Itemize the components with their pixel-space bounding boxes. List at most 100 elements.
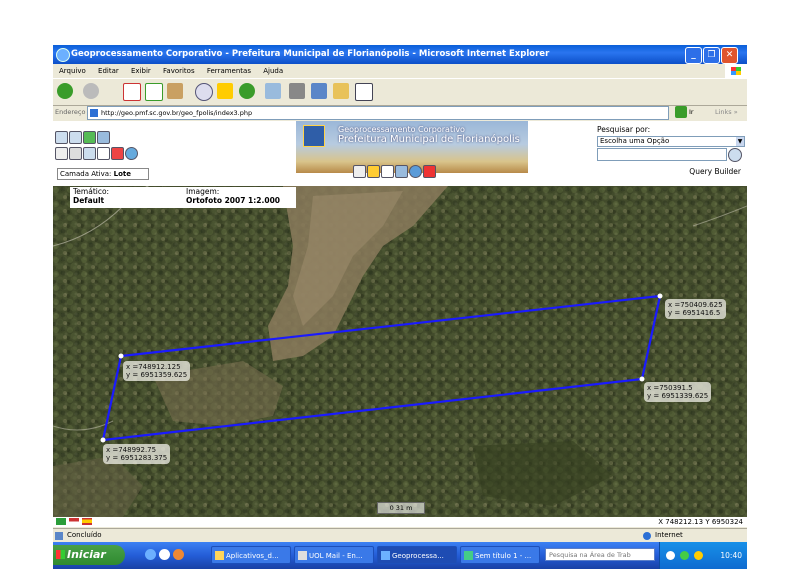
aerial-photo — [53, 186, 747, 517]
task-geoprocessamento[interactable]: Geoprocessa... — [377, 546, 457, 564]
refresh-icon[interactable] — [145, 83, 163, 101]
status-bar: Concluído Internet — [53, 528, 747, 542]
start-label: Iniciar — [67, 548, 106, 561]
task-label: UOL Mail - En... — [309, 552, 363, 560]
measure-icon[interactable] — [55, 147, 68, 160]
exit-icon[interactable] — [423, 165, 436, 178]
vertex-label: x =748912.125 y = 6951359.625 — [123, 361, 191, 381]
history-icon[interactable] — [239, 83, 255, 99]
security-zone: Internet — [655, 531, 683, 539]
menu-ajuda[interactable]: Ajuda — [263, 67, 283, 75]
favorites-icon[interactable] — [217, 83, 233, 99]
vertex-marker — [639, 376, 645, 382]
search-type-select[interactable]: Escolha uma Opção ▼ — [597, 136, 745, 147]
address-url: http://geo.pmf.sc.gov.br/geo_fpolis/inde… — [101, 109, 253, 117]
menu-ferramentas[interactable]: Ferramentas — [207, 67, 251, 75]
task-label: Aplicativos_d... — [226, 552, 279, 560]
active-layer-label: Camada Ativa: — [60, 170, 112, 178]
vertex-label: x =750391.5 y = 6951339.625 — [644, 382, 712, 402]
scale-bar: 0 31 m — [377, 502, 425, 514]
query-builder-link[interactable]: Query Builder — [689, 167, 741, 176]
minimize-button[interactable]: _ — [685, 47, 702, 64]
tray-network-icon[interactable] — [666, 551, 675, 560]
task-uol-mail[interactable]: UOL Mail - En... — [294, 546, 374, 564]
help-icon[interactable] — [409, 165, 422, 178]
media-icon[interactable] — [355, 83, 373, 101]
chevron-down-icon: ▼ — [736, 137, 744, 146]
vertex-label: x =748992.75 y = 6951283.375 — [103, 444, 171, 464]
browser-icon — [298, 551, 307, 560]
print-icon[interactable] — [289, 83, 305, 99]
info-icon[interactable] — [125, 147, 138, 160]
stop-icon[interactable] — [123, 83, 141, 101]
search-icon[interactable] — [195, 83, 213, 101]
search-panel: Pesquisar por: Escolha uma Opção ▼ Query … — [595, 125, 745, 181]
area-icon[interactable] — [69, 147, 82, 160]
windows-flag-icon — [56, 550, 65, 559]
folder-icon — [215, 551, 224, 560]
draw-icon[interactable] — [381, 165, 394, 178]
go-label[interactable]: Ir — [689, 105, 694, 120]
home-icon[interactable] — [167, 83, 183, 99]
messenger-icon[interactable] — [333, 83, 349, 99]
maximize-button[interactable]: ❐ — [703, 47, 720, 64]
clear-icon[interactable] — [111, 147, 124, 160]
full-extent-icon[interactable] — [97, 131, 110, 144]
flag-brazil-icon[interactable] — [56, 518, 66, 525]
map-footer: X 748212.13 Y 6950324 — [53, 517, 747, 527]
links-label[interactable]: Links » — [715, 105, 738, 120]
menu-exibir[interactable]: Exibir — [131, 67, 151, 75]
system-tray: 10:40 — [659, 542, 747, 569]
menu-editar[interactable]: Editar — [98, 67, 119, 75]
zoom-in-icon[interactable] — [55, 131, 68, 144]
window-title: Geoprocessamento Corporativo - Prefeitur… — [71, 49, 550, 59]
title-bar: Geoprocessamento Corporativo - Prefeitur… — [53, 45, 747, 64]
tematico-value: Default — [73, 195, 105, 205]
desktop-quicklaunch-icon[interactable] — [159, 549, 170, 560]
export-icon[interactable] — [395, 165, 408, 178]
vertex-marker — [118, 353, 124, 359]
tray-messenger-icon[interactable] — [680, 551, 689, 560]
ie-toolbar — [53, 78, 747, 106]
page-done-icon — [55, 532, 63, 540]
flag-spain-icon[interactable] — [82, 518, 92, 525]
mail-icon[interactable] — [265, 83, 281, 99]
search-input[interactable] — [597, 148, 727, 161]
menu-favoritos[interactable]: Favoritos — [163, 67, 195, 75]
vertex-marker — [657, 293, 663, 299]
task-label: Geoprocessa... — [392, 552, 444, 560]
print-map-icon[interactable] — [353, 165, 366, 178]
search-label: Pesquisar por: — [597, 125, 651, 134]
search-button-icon[interactable] — [728, 148, 742, 162]
active-layer: Camada Ativa: Lote — [57, 168, 149, 180]
ie-quicklaunch-icon[interactable] — [145, 549, 156, 560]
zoom-out-icon[interactable] — [69, 131, 82, 144]
desktop-search-input[interactable]: Pesquisa na Área de Trab — [545, 548, 655, 561]
active-layer-value: Lote — [113, 170, 131, 178]
go-icon[interactable] — [675, 106, 687, 118]
tematico-box: Temático: Default — [70, 187, 183, 208]
identify-icon[interactable] — [83, 147, 96, 160]
pan-icon[interactable] — [83, 131, 96, 144]
ie-icon — [56, 48, 70, 62]
ie-window: Geoprocessamento Corporativo - Prefeitur… — [53, 45, 747, 569]
search-type-value: Escolha uma Opção — [600, 137, 670, 145]
select-icon[interactable] — [97, 147, 110, 160]
back-icon[interactable] — [57, 83, 73, 99]
task-sem-titulo[interactable]: Sem título 1 - ... — [460, 546, 540, 564]
app-title-line2: Prefeitura Municipal de Florianópolis — [338, 134, 520, 145]
close-button[interactable]: ✕ — [721, 47, 738, 64]
address-field[interactable]: http://geo.pmf.sc.gov.br/geo_fpolis/inde… — [87, 106, 669, 120]
firefox-quicklaunch-icon[interactable] — [173, 549, 184, 560]
forward-icon[interactable] — [83, 83, 99, 99]
address-label: Endereço — [55, 108, 86, 116]
menu-arquivo[interactable]: Arquivo — [59, 67, 86, 75]
map-view[interactable]: x =748912.125 y = 6951359.625 x =750409.… — [53, 186, 747, 517]
edit-icon[interactable] — [311, 83, 327, 99]
bookmark-icon[interactable] — [367, 165, 380, 178]
tray-volume-icon[interactable] — [694, 551, 703, 560]
vertex-label: x =750409.625 y = 6951416.5 — [665, 299, 726, 319]
task-aplicativos[interactable]: Aplicativos_d... — [211, 546, 291, 564]
flag-usa-icon[interactable] — [69, 518, 79, 525]
start-button[interactable]: Iniciar — [53, 545, 125, 565]
